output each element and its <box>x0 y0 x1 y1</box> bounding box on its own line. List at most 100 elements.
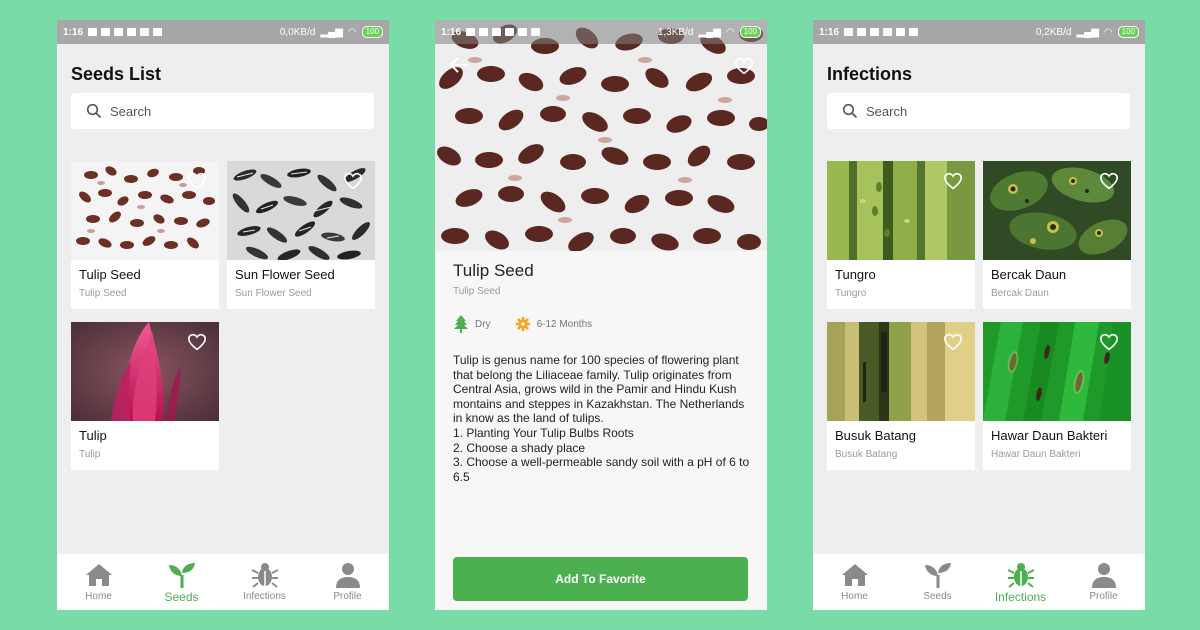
signal-icon: ▂▄▆ <box>320 26 343 38</box>
wifi-icon: ◠ <box>1103 26 1113 38</box>
nav-profile[interactable]: Profile <box>306 554 389 610</box>
card-title: Hawar Daun Bakteri <box>991 428 1108 443</box>
detail-body: Tulip Seed Tulip Seed Dry 6-12 Months Tu… <box>435 251 767 610</box>
gear-icon <box>515 316 530 332</box>
card-title: Bercak Daun <box>991 267 1067 282</box>
trash-icon <box>909 28 919 36</box>
nav-infections[interactable]: Infections <box>223 554 306 610</box>
search-input[interactable]: Search <box>71 93 374 129</box>
heart-icon[interactable] <box>187 172 207 190</box>
bottom-nav: Home Seeds Infections Profile <box>57 554 389 610</box>
battery-icon: 100 <box>1117 26 1139 38</box>
infection-card[interactable]: Hawar Daun Bakteri Hawar Daun Bakteri <box>983 322 1131 470</box>
notification-icons <box>88 28 163 36</box>
page-title: Infections <box>827 64 913 84</box>
heart-icon[interactable] <box>1099 172 1119 190</box>
description-step: 2. Choose a shady place <box>453 440 586 455</box>
nav-label: Profile <box>1089 591 1118 602</box>
card-title: Tulip Seed <box>79 267 141 282</box>
youtube-icon <box>114 28 124 36</box>
card-subtitle: Tungro <box>835 288 867 299</box>
card-title: Busuk Batang <box>835 428 916 443</box>
tree-icon <box>454 315 468 333</box>
search-icon <box>86 103 102 119</box>
card-title: Tulip <box>79 428 107 443</box>
battery-icon: 100 <box>739 26 761 38</box>
youtube-icon <box>870 28 880 36</box>
nav-profile[interactable]: Profile <box>1062 554 1145 610</box>
youtube-icon <box>492 28 502 36</box>
nav-infections[interactable]: Infections <box>979 554 1062 610</box>
trash-icon <box>531 28 541 36</box>
infections-screen: 1:16 0,2KB/d ▂▄▆ ◠ 100 Infections Search <box>813 20 1145 610</box>
nav-label: Seeds <box>164 590 199 604</box>
nav-home[interactable]: Home <box>813 554 896 610</box>
sprout-icon <box>168 563 195 588</box>
wifi-icon: ◠ <box>725 26 735 38</box>
seed-card[interactable]: Tulip Tulip <box>71 322 219 470</box>
home-icon <box>85 564 112 586</box>
infection-card[interactable]: Bercak Daun Bercak Daun <box>983 161 1131 309</box>
nav-label: Profile <box>333 591 362 602</box>
card-subtitle: Tulip <box>79 449 101 460</box>
heart-icon[interactable] <box>187 333 207 351</box>
telegram-icon <box>844 28 854 36</box>
youtube-icon <box>101 28 111 36</box>
detail-meta: Dry 6-12 Months <box>453 315 592 333</box>
nav-home[interactable]: Home <box>57 554 140 610</box>
heart-icon[interactable] <box>734 57 754 75</box>
condition-label: Dry <box>475 318 491 330</box>
notification-icons <box>844 28 919 36</box>
description-step: 1. Planting Your Tulip Bulbs Roots <box>453 425 634 440</box>
card-title: Sun Flower Seed <box>235 267 335 282</box>
detail-subtitle: Tulip Seed <box>453 286 501 297</box>
heart-icon[interactable] <box>943 333 963 351</box>
signal-icon: ▂▄▆ <box>1076 26 1099 38</box>
network-speed: 1,3KB/d <box>657 26 694 38</box>
heart-icon[interactable] <box>943 172 963 190</box>
nav-label: Home <box>841 591 868 602</box>
card-subtitle: Hawar Daun Bakteri <box>991 449 1081 460</box>
sprout-icon <box>924 563 951 588</box>
infection-card[interactable]: Tungro Tungro <box>827 161 975 309</box>
card-title: Tungro <box>835 267 876 282</box>
whatsapp-icon <box>127 28 137 36</box>
card-subtitle: Bercak Daun <box>991 288 1049 299</box>
back-arrow-icon[interactable] <box>449 56 469 74</box>
status-bar: 1:16 0,2KB/d ▂▄▆ ◠ 100 <box>813 20 1145 44</box>
whatsapp-icon <box>505 28 515 36</box>
add-to-favorite-button[interactable]: Add To Favorite <box>453 557 748 601</box>
nav-label: Home <box>85 591 112 602</box>
page-title: Seeds List <box>71 64 162 84</box>
youtube-icon <box>479 28 489 36</box>
home-icon <box>841 564 868 586</box>
nav-seeds[interactable]: Seeds <box>896 554 979 610</box>
status-bar: 1:16 1,3KB/d ▂▄▆ ◠ 100 <box>435 20 767 44</box>
wifi-icon: ◠ <box>347 26 357 38</box>
nav-seeds[interactable]: Seeds <box>140 554 223 610</box>
detail-title: Tulip Seed <box>453 261 534 280</box>
search-placeholder: Search <box>866 103 908 119</box>
network-speed: 0,0KB/d <box>279 26 316 38</box>
seed-card[interactable]: Tulip Seed Tulip Seed <box>71 161 219 309</box>
bug-icon <box>1007 563 1034 588</box>
hero-image <box>435 20 767 251</box>
seed-detail-screen: 1:16 1,3KB/d ▂▄▆ ◠ 100 Tulip Seed Tulip … <box>435 20 767 610</box>
search-input[interactable]: Search <box>827 93 1130 129</box>
description: Tulip is genus name for 100 species of f… <box>453 353 753 484</box>
n-app-icon <box>518 28 528 36</box>
n-app-icon <box>896 28 906 36</box>
notification-icons <box>466 28 541 36</box>
heart-icon[interactable] <box>1099 333 1119 351</box>
network-speed: 0,2KB/d <box>1035 26 1072 38</box>
n-app-icon <box>140 28 150 36</box>
infection-card[interactable]: Busuk Batang Busuk Batang <box>827 322 975 470</box>
person-icon <box>1091 563 1116 588</box>
duration-label: 6-12 Months <box>536 318 593 330</box>
status-time: 1:16 <box>819 26 840 38</box>
search-icon <box>842 103 858 119</box>
seed-card[interactable]: Sun Flower Seed Sun Flower Seed <box>227 161 375 309</box>
heart-icon[interactable] <box>343 172 363 190</box>
card-subtitle: Sun Flower Seed <box>235 288 312 299</box>
seeds-list-screen: 1:16 0,0KB/d ▂▄▆ ◠ 100 Seeds List Search <box>57 20 389 610</box>
